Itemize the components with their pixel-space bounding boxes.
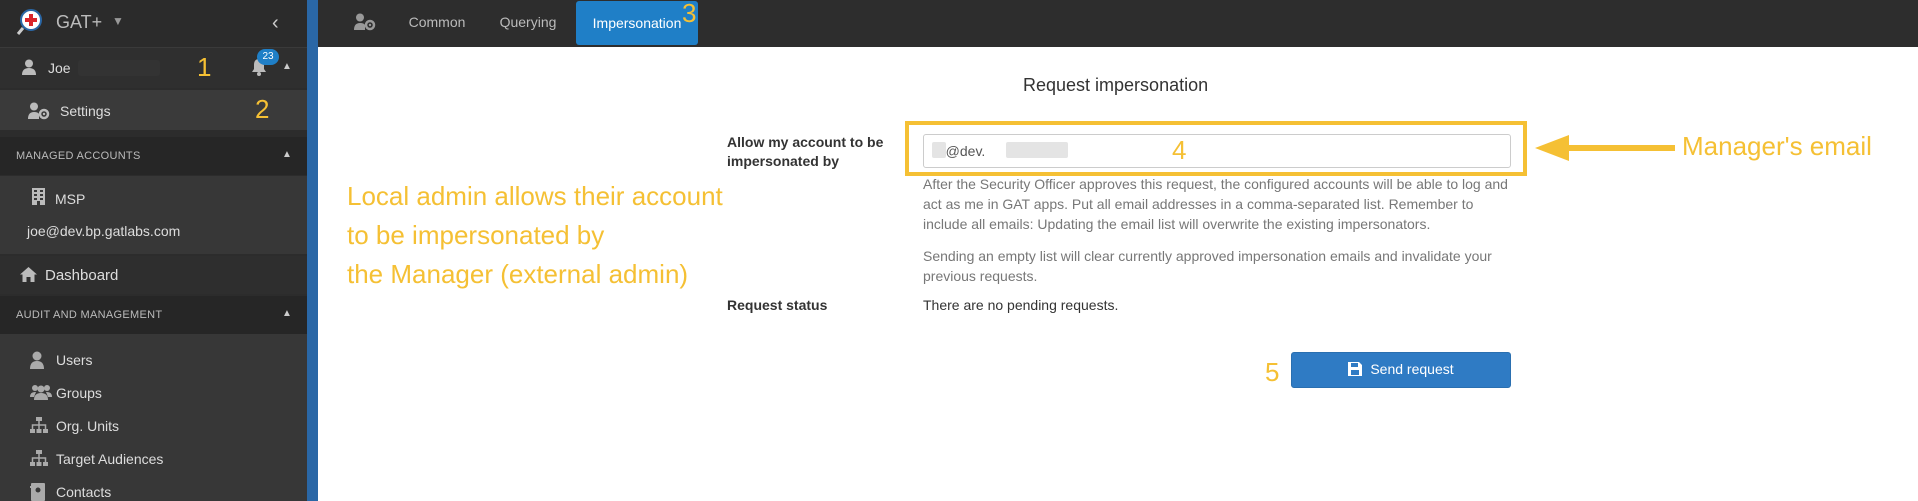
brand-header: GAT+ ▼ ‹ bbox=[0, 0, 307, 48]
section-title: MANAGED ACCOUNTS bbox=[16, 150, 141, 162]
sidebar-item-org-units[interactable]: Org. Units bbox=[0, 410, 307, 442]
sidebar-item-label: Dashboard bbox=[45, 267, 119, 284]
sidebar-item-label: Org. Units bbox=[56, 418, 120, 434]
chevron-up-icon[interactable]: ▲ bbox=[282, 149, 292, 160]
tab-common[interactable]: Common bbox=[398, 0, 476, 45]
redacted-email-part bbox=[1006, 142, 1068, 158]
user-gear-icon bbox=[28, 102, 50, 125]
user-icon bbox=[30, 351, 48, 369]
annotation-line: the Manager (external admin) bbox=[347, 259, 689, 289]
user-menu[interactable]: Joe 1 23 ▲ bbox=[0, 48, 307, 88]
sidebar-item-groups[interactable]: Groups bbox=[0, 377, 307, 409]
send-request-label: Send request bbox=[1370, 361, 1454, 377]
user-name: Joe bbox=[48, 60, 71, 76]
sidebar-item-label: Target Audiences bbox=[56, 451, 164, 467]
sidebar-item-contacts[interactable]: Contacts bbox=[0, 476, 307, 501]
annotation-3: 3 bbox=[682, 0, 697, 28]
annotation-2: 2 bbox=[255, 94, 270, 124]
annotation-4: 4 bbox=[1172, 135, 1187, 165]
managed-accounts-panel bbox=[0, 176, 307, 254]
redacted-email-part bbox=[932, 142, 946, 158]
section-managed-accounts[interactable]: MANAGED ACCOUNTS ▲ bbox=[0, 137, 307, 175]
sidebar-item-label: Users bbox=[56, 352, 93, 368]
annotation-arrow bbox=[1535, 135, 1675, 161]
annotation-1: 1 bbox=[197, 52, 212, 82]
tab-impersonation[interactable]: Impersonation bbox=[576, 1, 698, 45]
allow-impersonation-label: Allow my account to be impersonated by bbox=[727, 134, 884, 169]
top-tab-bar: Common Querying Impersonation 3 bbox=[318, 0, 1918, 47]
send-request-button[interactable]: Send request bbox=[1291, 352, 1511, 388]
sidebar-item-label: Groups bbox=[56, 385, 102, 401]
chevron-up-icon[interactable]: ▲ bbox=[282, 308, 292, 319]
section-title: AUDIT AND MANAGEMENT bbox=[16, 309, 163, 321]
sitemap-icon bbox=[30, 450, 48, 468]
sidebar-item-label: Contacts bbox=[56, 484, 112, 500]
chevron-up-icon[interactable]: ▲ bbox=[282, 61, 292, 72]
contact-book-icon bbox=[30, 483, 48, 501]
user-icon bbox=[22, 59, 36, 80]
sidebar-item-settings[interactable]: Settings 2 bbox=[0, 90, 307, 130]
notification-badge: 23 bbox=[257, 49, 279, 65]
save-icon bbox=[1348, 362, 1363, 376]
building-icon bbox=[32, 188, 45, 210]
app-name[interactable]: GAT+ bbox=[56, 12, 102, 33]
help-text: After the Security Officer approves this… bbox=[923, 176, 1508, 232]
audit-management-panel: Users Groups Org. Units Target Audiences… bbox=[0, 334, 307, 501]
gat-logo-icon[interactable] bbox=[16, 8, 44, 36]
annotation-line: Local admin allows their account bbox=[347, 181, 723, 211]
help-text: Sending an empty list will clear current… bbox=[923, 248, 1492, 284]
request-status-label: Request status bbox=[727, 297, 828, 313]
app-dropdown-caret-icon[interactable]: ▼ bbox=[112, 14, 124, 28]
annotation-local-admin: Local admin allows their account to be i… bbox=[347, 177, 767, 294]
sitemap-icon bbox=[30, 417, 48, 435]
request-status-value: There are no pending requests. bbox=[923, 297, 1119, 313]
tab-querying[interactable]: Querying bbox=[488, 0, 568, 45]
redacted-surname bbox=[78, 60, 160, 76]
home-icon bbox=[20, 267, 37, 287]
page-title: Request impersonation bbox=[1023, 75, 1209, 95]
sidebar-item-target-audiences[interactable]: Target Audiences bbox=[0, 443, 307, 475]
sidebar: GAT+ ▼ ‹ Joe 1 23 ▲ Settings 2 MANAGED A… bbox=[0, 0, 307, 501]
sidebar-item-label: Settings bbox=[60, 103, 111, 119]
section-audit-management[interactable]: AUDIT AND MANAGEMENT ▲ bbox=[0, 296, 307, 334]
users-icon bbox=[30, 384, 52, 402]
annotation-5: 5 bbox=[1265, 357, 1280, 387]
managed-account-email[interactable]: joe@dev.bp.gatlabs.com bbox=[27, 223, 180, 239]
sidebar-item-label: MSP bbox=[55, 191, 86, 207]
collapse-sidebar-icon[interactable]: ‹ bbox=[272, 12, 279, 35]
annotation-line: to be impersonated by bbox=[347, 220, 605, 250]
sidebar-item-dashboard[interactable]: Dashboard bbox=[0, 256, 307, 294]
sidebar-divider bbox=[307, 0, 318, 501]
sidebar-item-users[interactable]: Users bbox=[0, 344, 307, 376]
user-gear-icon[interactable] bbox=[354, 13, 376, 36]
annotation-manager-email: Manager's email bbox=[1682, 131, 1872, 161]
